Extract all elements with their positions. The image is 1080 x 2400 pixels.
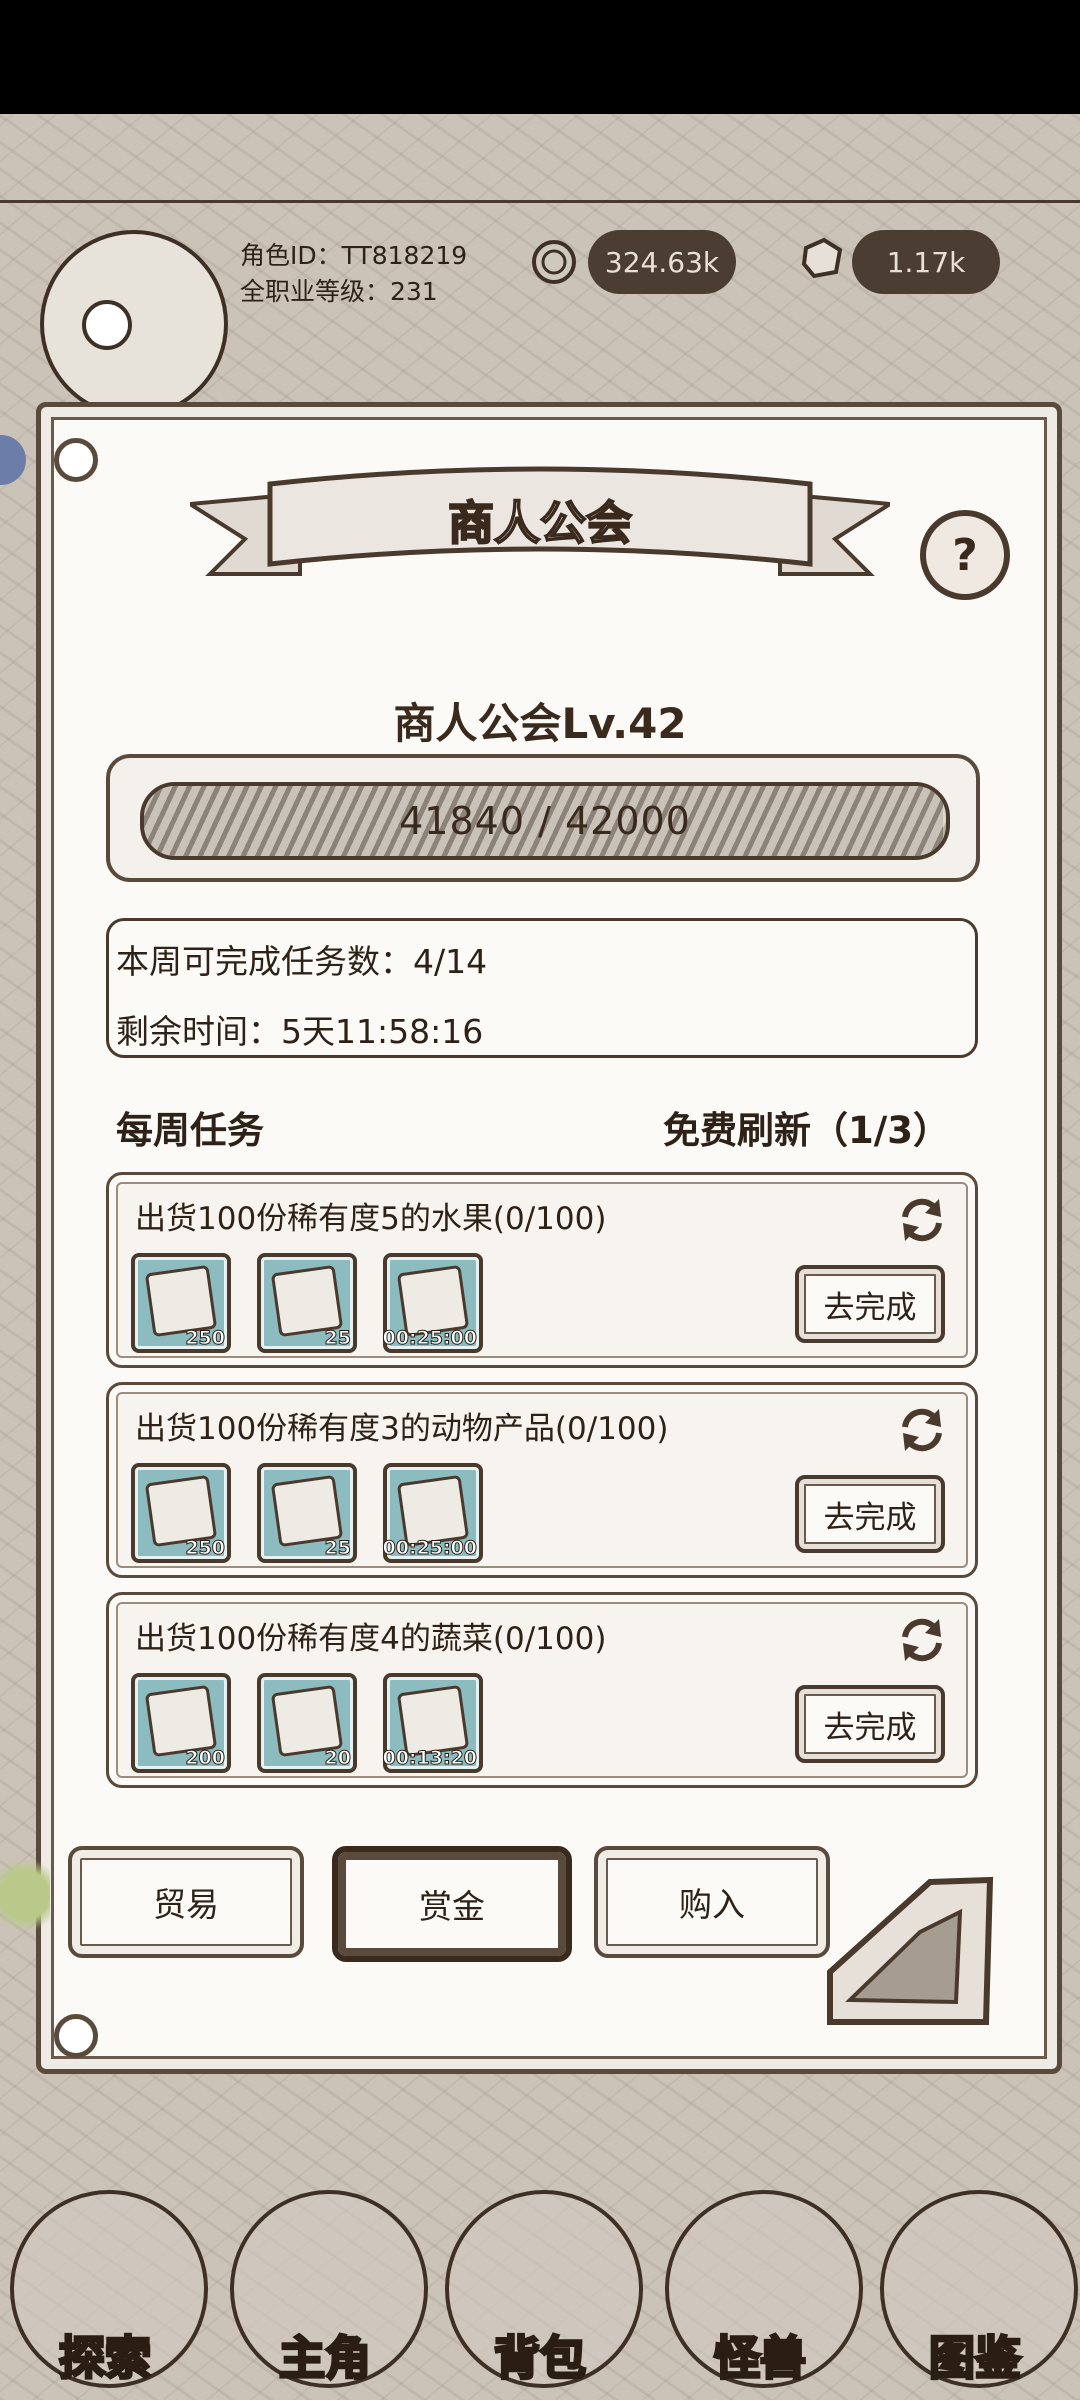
- weekly-tasks-title: 每周任务: [116, 1109, 264, 1152]
- guild-level: 商人公会Lv.42: [393, 699, 687, 748]
- pin-top-icon: [54, 438, 98, 482]
- nav-codex-label: 图鉴: [928, 2330, 1023, 2387]
- coin-icon: [532, 240, 576, 284]
- reward-amount: 20: [324, 1747, 351, 1770]
- time-reward[interactable]: 00:13:20: [382, 1673, 483, 1773]
- reward-amount: 00:13:20: [382, 1747, 478, 1770]
- tab-trade[interactable]: 贸易: [68, 1846, 304, 1958]
- close-corner-button[interactable]: [810, 1872, 1000, 2032]
- reward-amount: 200: [185, 1747, 226, 1770]
- refresh-icon[interactable]: [895, 1613, 949, 1667]
- gem-reward[interactable]: 25: [257, 1463, 357, 1563]
- task-title: 出货100份稀有度4的蔬菜(0/100): [135, 1621, 607, 1657]
- coin-count: 324.63k: [588, 230, 736, 294]
- nav-hero-label: 主角: [278, 2330, 373, 2387]
- task-card: 出货100份稀有度5的水果(0/100) 250 25 00:25:00 去完成: [106, 1172, 978, 1368]
- reward-amount: 00:25:00: [382, 1537, 478, 1560]
- nav-hero[interactable]: 主角: [230, 2150, 428, 2400]
- status-bar: [0, 0, 1080, 114]
- time-reward[interactable]: 00:25:00: [382, 1463, 483, 1563]
- panel-title: 商人公会: [447, 495, 633, 551]
- time-remaining: 剩余时间：5天11:58:16: [116, 1012, 484, 1051]
- refresh-icon[interactable]: [895, 1403, 949, 1457]
- reward-amount: 25: [324, 1537, 351, 1560]
- weekly-task-count: 本周可完成任务数：4/14: [116, 942, 488, 981]
- reward-amount: 00:25:00: [382, 1327, 478, 1350]
- nav-explore[interactable]: 探索: [10, 2150, 208, 2400]
- nav-explore-label: 探索: [58, 2330, 153, 2387]
- gem-reward[interactable]: 25: [257, 1253, 357, 1353]
- nav-backpack-label: 背包: [493, 2330, 588, 2387]
- exp-book-reward[interactable]: 200: [131, 1673, 231, 1773]
- task-card: 出货100份稀有度4的蔬菜(0/100) 200 20 00:13:20 去完成: [106, 1592, 978, 1788]
- time-reward[interactable]: 00:25:00: [382, 1253, 483, 1353]
- complete-task-button[interactable]: 去完成: [795, 1265, 945, 1343]
- gem-reward[interactable]: 20: [257, 1673, 357, 1773]
- help-button[interactable]: ?: [920, 510, 1010, 600]
- gem-count: 1.17k: [852, 230, 1000, 294]
- reward-amount: 250: [185, 1327, 226, 1350]
- tab-purchase[interactable]: 购入: [594, 1846, 830, 1958]
- exp-book-reward[interactable]: 250: [131, 1463, 231, 1563]
- nav-backpack[interactable]: 背包: [445, 2150, 643, 2400]
- nav-monster-label: 怪兽: [713, 2330, 808, 2387]
- avatar-eye-icon: [82, 300, 132, 350]
- reward-amount: 25: [324, 1327, 351, 1350]
- task-title: 出货100份稀有度5的水果(0/100): [135, 1201, 607, 1237]
- hud-divider: [0, 200, 1080, 203]
- role-id: 角色ID：TT818219: [240, 241, 468, 270]
- progress-text: 41840 / 42000: [399, 799, 691, 843]
- total-level: 全职业等级：231: [240, 277, 438, 306]
- reward-amount: 250: [185, 1537, 226, 1560]
- task-title: 出货100份稀有度3的动物产品(0/100): [135, 1411, 669, 1447]
- exp-book-reward[interactable]: 250: [131, 1253, 231, 1353]
- tab-bounty[interactable]: 赏金: [332, 1846, 572, 1962]
- refresh-icon[interactable]: [895, 1193, 949, 1247]
- gem-icon: [801, 237, 843, 279]
- nav-monster[interactable]: 怪兽: [665, 2150, 863, 2400]
- complete-task-button[interactable]: 去完成: [795, 1685, 945, 1763]
- task-card: 出货100份稀有度3的动物产品(0/100) 250 25 00:25:00 去…: [106, 1382, 978, 1578]
- pin-bottom-icon: [54, 2014, 98, 2058]
- leaf-decoration-icon: [0, 1840, 50, 1950]
- complete-task-button[interactable]: 去完成: [795, 1475, 945, 1553]
- avatar[interactable]: [40, 230, 228, 418]
- free-refresh-button[interactable]: 免费刷新（1/3）: [663, 1100, 950, 1154]
- nav-codex[interactable]: 图鉴: [880, 2150, 1078, 2400]
